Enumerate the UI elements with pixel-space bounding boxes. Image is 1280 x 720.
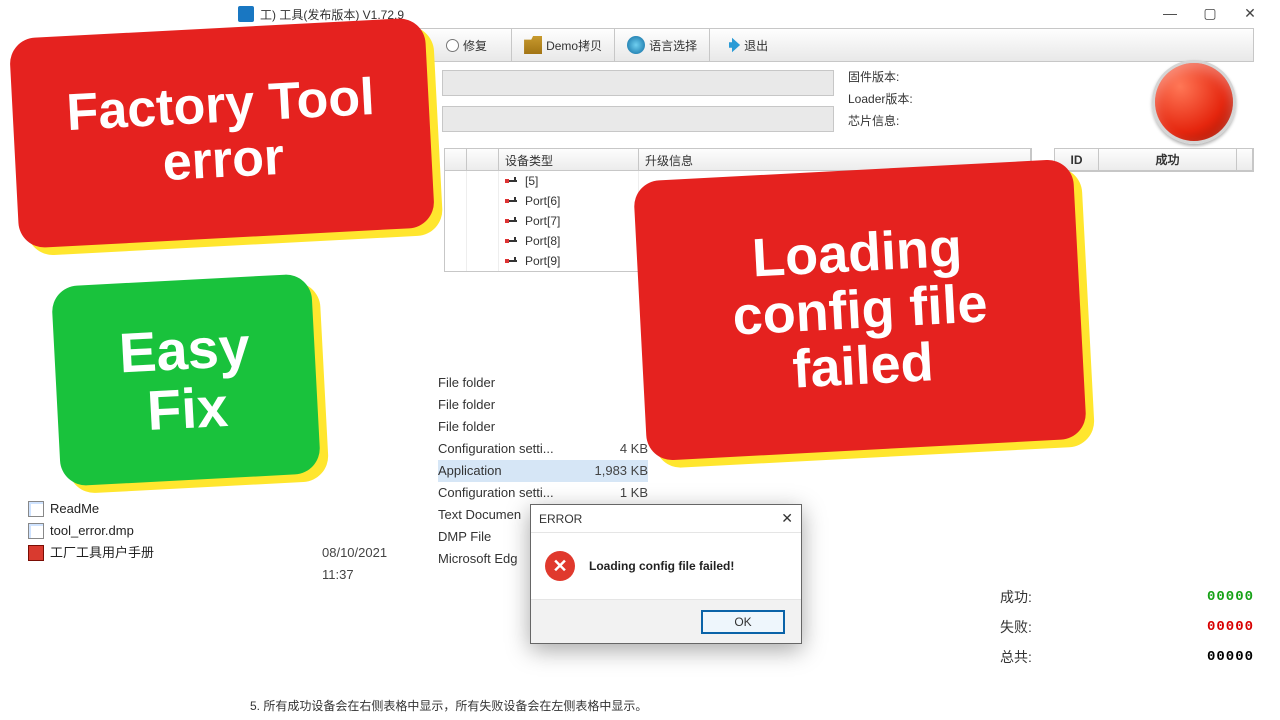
text-file-icon [28,501,44,517]
maximize-button[interactable]: ▢ [1190,2,1230,24]
list-item[interactable]: Configuration setti...1 KB [438,482,648,504]
list-item[interactable]: Application1,983 KB [438,460,648,482]
demo-button[interactable]: Demo拷贝 [512,29,615,61]
folder-icon [524,36,542,54]
total-count: 00000 [1207,649,1254,665]
list-item[interactable]: File folder [438,416,648,438]
list-item[interactable]: File folder [438,372,648,394]
usb-icon [505,255,521,267]
close-button[interactable]: ✕ [1230,2,1270,24]
demo-label: Demo拷贝 [546,37,602,54]
usb-icon [505,195,521,207]
callout-easy-fix: EasyFix [51,273,321,486]
start-button-face [1152,60,1236,144]
usb-icon [505,215,521,227]
usb-icon [505,175,521,187]
fail-count: 00000 [1207,619,1254,635]
loader-version-label: Loader版本: [848,88,913,110]
error-dialog: ERROR ✕ ✕ Loading config file failed! OK [530,504,802,644]
start-button[interactable] [1152,60,1236,144]
stats-panel: 成功: 00000 失败: 00000 总共: 00000 [1000,582,1254,672]
globe-icon [627,36,645,54]
file-date: 08/10/2021 11:37 [322,542,387,586]
minimize-button[interactable]: — [1150,2,1190,24]
fail-label: 失败: [1000,617,1032,637]
fw-version-label: 固件版本: [848,66,913,88]
dmp-file-icon [28,523,44,539]
callout-factory-tool-error: Factory Toolerror [9,17,435,248]
firmware-info: 固件版本: Loader版本: 芯片信息: [848,66,913,132]
success-count: 00000 [1207,589,1254,605]
list-item[interactable]: tool_error.dmp [28,520,154,542]
callout-loading-failed: Loadingconfig filefailed [633,159,1087,462]
device-type-col: 设备类型 [499,149,639,170]
repair-radio[interactable]: 修复 [446,37,487,54]
ok-button[interactable]: OK [701,610,785,634]
language-label: 语言选择 [649,37,697,54]
list-item[interactable]: 工厂工具用户手册 [28,542,154,564]
app-icon [238,6,254,22]
firmware-path-2[interactable] [442,106,834,132]
pdf-file-icon [28,545,44,561]
list-item[interactable]: ReadMe [28,498,154,520]
footnote: 5. 所有成功设备会在右侧表格中显示，所有失败设备会在左侧表格中显示。 [250,697,647,714]
arrow-right-icon [722,36,740,54]
error-message: Loading config file failed! [589,559,734,573]
ok-col: 成功 [1099,149,1237,170]
language-button[interactable]: 语言选择 [615,29,710,61]
total-label: 总共: [1000,647,1032,667]
window-controls: — ▢ ✕ [1150,2,1270,24]
chip-info-label: 芯片信息: [848,110,913,132]
explorer-files: ReadMe tool_error.dmp 工厂工具用户手册 08/10/202… [28,498,154,564]
exit-label: 退出 [744,37,768,54]
firmware-path-1[interactable] [442,70,834,96]
exit-button[interactable]: 退出 [710,29,780,61]
list-item[interactable]: File folder [438,394,648,416]
success-label: 成功: [1000,587,1032,607]
error-title: ERROR [539,512,582,526]
error-icon: ✕ [545,551,575,581]
list-item[interactable]: Configuration setti...4 KB [438,438,648,460]
id-table: ID 成功 [1054,148,1254,172]
dialog-close-icon[interactable]: ✕ [781,510,793,527]
usb-icon [505,235,521,247]
